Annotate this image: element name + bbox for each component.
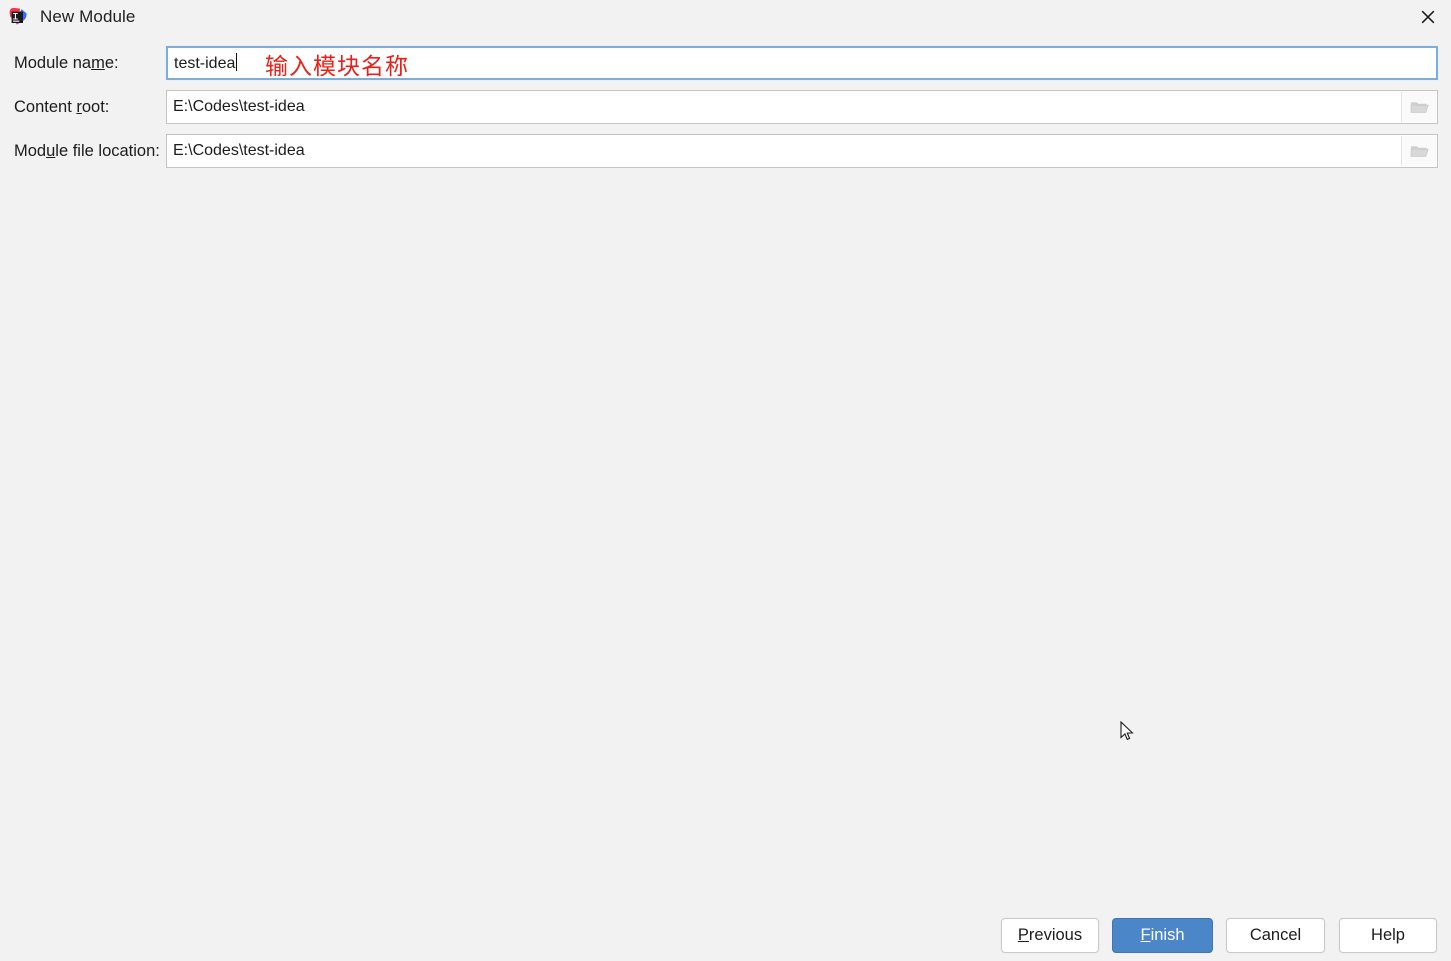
form-row-module-file-location: Module file location: E:\Codes\test-idea <box>0 134 1451 168</box>
module-file-location-value: E:\Codes\test-idea <box>173 142 305 159</box>
module-file-location-input[interactable]: E:\Codes\test-idea <box>166 134 1438 168</box>
folder-icon[interactable] <box>1401 136 1436 166</box>
module-name-input[interactable]: test-idea <box>165 45 1439 81</box>
content-root-label: Content root: <box>14 97 110 116</box>
close-icon[interactable] <box>1405 0 1451 34</box>
previous-button[interactable]: Previous <box>1001 918 1099 953</box>
form-row-content-root: Content root: E:\Codes\test-idea <box>0 90 1451 124</box>
arrow-cursor <box>1120 720 1136 745</box>
finish-button[interactable]: Finish <box>1112 918 1213 953</box>
module-name-value: test-idea <box>174 53 238 72</box>
module-file-location-label: Module file location: <box>14 141 160 160</box>
title-bar: New Module <box>0 0 1451 34</box>
window-title: New Module <box>40 7 136 26</box>
folder-icon[interactable] <box>1401 92 1436 122</box>
module-name-label: Module name: <box>14 53 119 72</box>
intellij-idea-icon <box>8 7 28 27</box>
content-root-input[interactable]: E:\Codes\test-idea <box>166 90 1438 124</box>
dialog-button-bar: Previous Finish Cancel Help <box>0 918 1451 961</box>
cancel-button[interactable]: Cancel <box>1226 918 1325 953</box>
form-row-module-name: Module name: test-idea <box>0 45 1451 81</box>
help-button[interactable]: Help <box>1339 918 1437 953</box>
text-caret <box>236 53 238 71</box>
content-root-value: E:\Codes\test-idea <box>173 98 305 115</box>
